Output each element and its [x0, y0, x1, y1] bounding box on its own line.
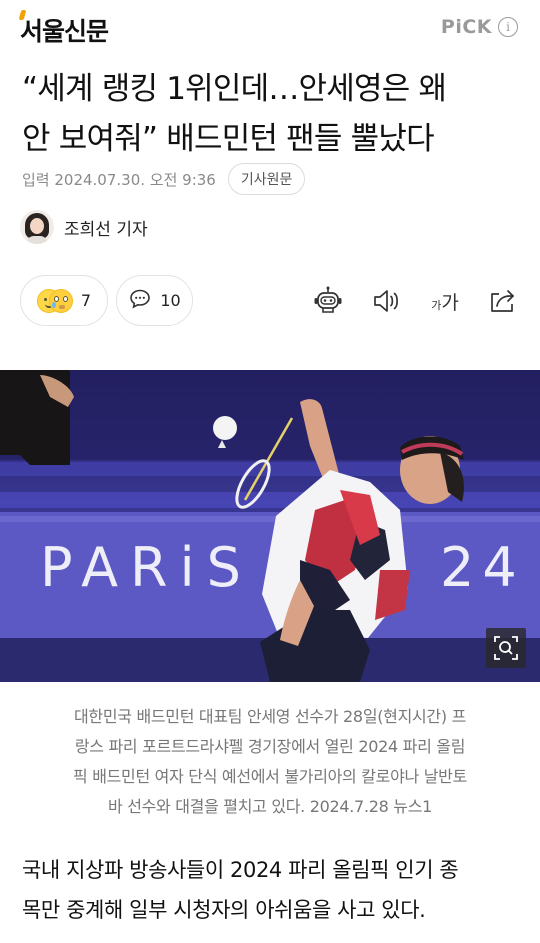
article-headline: “세계 랭킹 1위인데…안세영은 왜 안 보여줘” 배드민턴 팬들 뿔났다	[22, 64, 522, 164]
zoom-icon[interactable]	[486, 628, 526, 668]
reaction-button[interactable]: 7	[20, 275, 108, 326]
reporter-info[interactable]: 조희선 기자	[20, 210, 148, 244]
caption-line-4: 바 선수와 대결을 펼치고 있다. 2024.7.28 뉴스1	[108, 797, 432, 816]
comment-count: 10	[160, 291, 181, 310]
article-action-bar: 7 10 가가	[20, 275, 520, 327]
publish-date: 입력 2024.07.30. 오전 9:36	[22, 170, 216, 189]
font-size-small: 가	[431, 299, 442, 312]
comment-button[interactable]: 10	[116, 275, 193, 326]
photo-caption: 대한민국 배드민턴 대표팀 안세영 선수가 28일(현지시간) 프 랑스 파리 …	[28, 702, 512, 822]
article-photo[interactable]: PARiS 24	[0, 370, 540, 682]
robot-summary-icon[interactable]	[312, 285, 344, 317]
article-body: 국내 지상파 방송사들이 2024 파리 올림픽 인기 종 목만 중계해 일부 …	[22, 850, 520, 930]
article-meta: 입력 2024.07.30. 오전 9:36 기사원문	[22, 163, 306, 195]
body-line-2: 목만 중계해 일부 시청자의 아쉬움을 사고 있다.	[22, 898, 426, 922]
reaction-count: 7	[80, 291, 92, 310]
info-icon[interactable]: i	[498, 17, 518, 37]
caption-line-3: 픽 배드민턴 여자 단식 예선에서 불가리아의 칼로야나 날반토	[72, 767, 467, 786]
pick-badge[interactable]: PiCK i	[441, 16, 518, 38]
paris-banner-text: PARiS	[40, 536, 253, 599]
badminton-photo: PARiS 24	[0, 370, 540, 682]
reporter-name[interactable]: 조희선 기자	[64, 215, 148, 240]
headline-line-1: “세계 랭킹 1위인데…안세영은 왜	[22, 71, 447, 107]
body-line-1: 국내 지상파 방송사들이 2024 파리 올림픽 인기 종	[22, 858, 459, 882]
caption-line-2: 랑스 파리 포르트드라샤펠 경기장에서 열린 2024 파리 올림	[74, 737, 466, 756]
reporter-avatar	[20, 210, 54, 244]
top-bar: 서울신문 PiCK i	[0, 0, 540, 56]
comment-icon	[128, 287, 152, 315]
publisher-logo[interactable]: 서울신문	[20, 12, 109, 48]
original-article-button[interactable]: 기사원문	[227, 163, 306, 195]
share-icon[interactable]	[486, 285, 518, 317]
pick-label: PiCK	[440, 16, 492, 38]
paris-banner-number: 24	[440, 536, 525, 599]
caption-line-1: 대한민국 배드민턴 대표팀 안세영 선수가 28일(현지시간) 프	[73, 707, 467, 726]
reaction-emoji-icon	[36, 288, 73, 313]
speaker-icon[interactable]	[370, 285, 402, 317]
headline-line-2: 안 보여줘” 배드민턴 팬들 뿔났다	[22, 121, 435, 157]
font-size-icon[interactable]: 가가	[425, 285, 465, 317]
font-size-big: 가	[441, 291, 459, 314]
